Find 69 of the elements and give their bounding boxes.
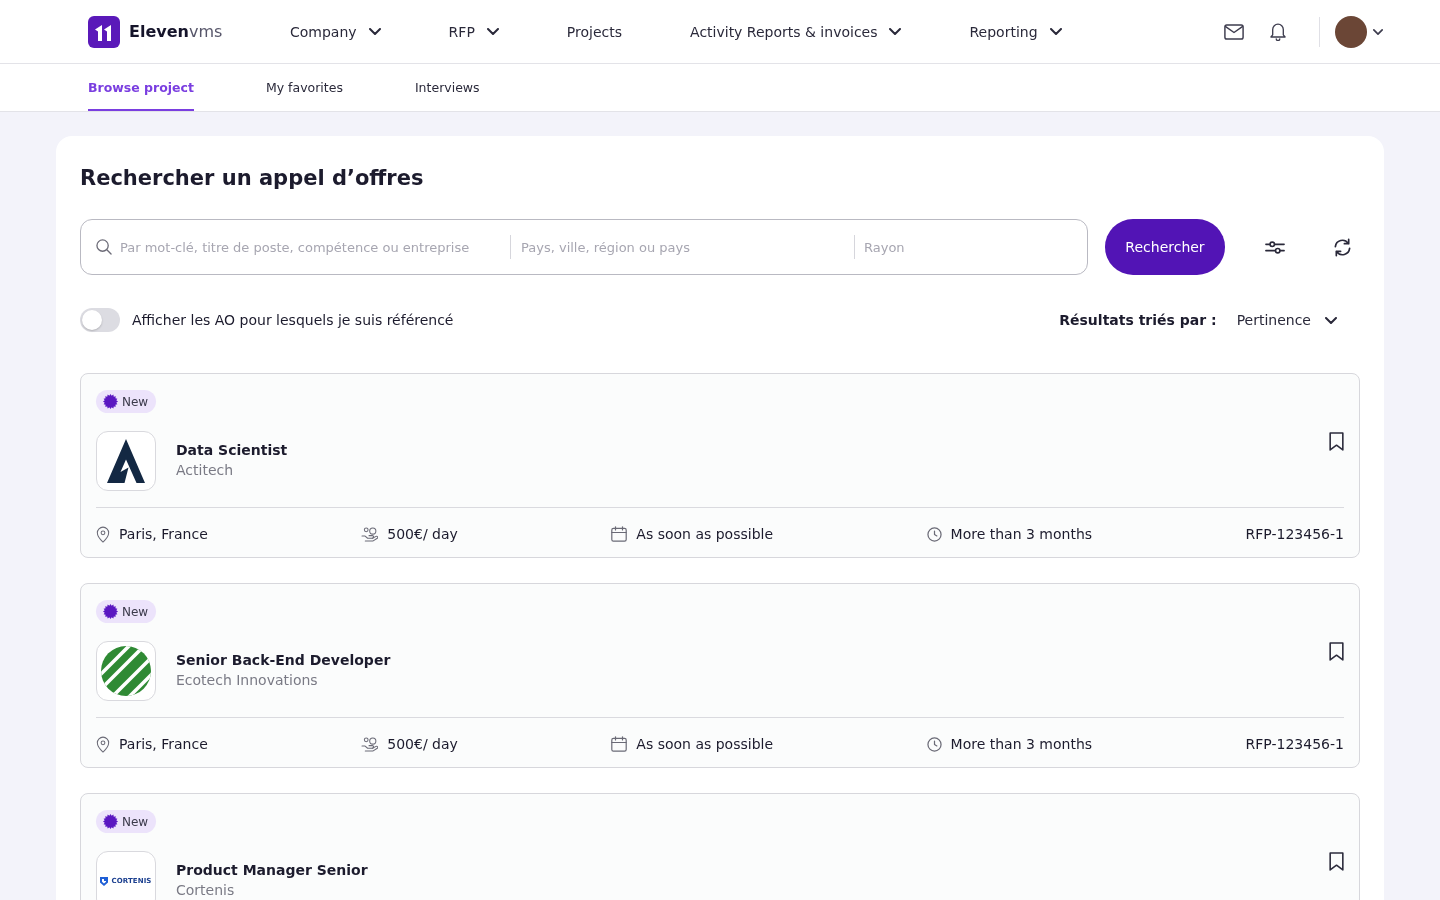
project-title: Senior Back-End Developer <box>176 651 391 670</box>
location-text: Paris, France <box>119 525 208 544</box>
start-date-text: As soon as possible <box>636 735 774 754</box>
refresh-icon[interactable] <box>1333 237 1352 257</box>
hand-coins-icon <box>361 736 379 752</box>
search-button[interactable]: Rechercher <box>1105 219 1225 275</box>
tab[interactable]: Interviews <box>414 64 480 111</box>
nav-menu-item[interactable]: RFP <box>448 17 499 46</box>
app-logo-icon <box>88 15 120 48</box>
bookmark-icon[interactable] <box>1329 432 1344 451</box>
chevron-down-icon <box>1049 28 1062 35</box>
reference-text: RFP-123456-1 <box>1245 735 1344 754</box>
calendar-icon <box>611 526 628 542</box>
tab[interactable]: My favorites <box>265 64 343 111</box>
location-pin-icon <box>96 525 110 543</box>
clock-icon <box>926 736 942 752</box>
keyword-field[interactable]: Par mot-clé, titre de poste, compétence ou entreprise <box>120 235 502 259</box>
bookmark-icon[interactable] <box>1329 852 1344 871</box>
calendar-icon <box>611 736 628 752</box>
sort-label: Résultats triés par : <box>1059 312 1217 328</box>
location-text: Paris, France <box>119 735 208 754</box>
mail-icon[interactable] <box>1224 23 1244 40</box>
peak-logo-icon <box>96 431 156 491</box>
start-date-text: As soon as possible <box>636 525 774 544</box>
hand-coins-icon <box>361 526 379 542</box>
project-title: Data Scientist <box>176 441 288 460</box>
tag-label: New <box>122 814 149 829</box>
nav-menu-item[interactable]: Activity Reports & invoices <box>690 17 902 46</box>
sort-dropdown[interactable]: Pertinence <box>1236 308 1337 332</box>
nav-menu-item[interactable]: Company <box>290 17 381 46</box>
company-name: Cortenis <box>176 881 236 900</box>
location-field[interactable]: Pays, ville, région ou pays <box>521 235 846 259</box>
starburst-icon <box>103 394 118 409</box>
project-card[interactable]: New Senior Back-End Developer Ecotech Innovations Paris, France 500€/ day As soon as possible More than 3 months RFP-123456-1 <box>80 583 1360 768</box>
toggle-switch[interactable] <box>80 308 120 332</box>
chevron-down-icon <box>368 28 381 35</box>
toggle-label: Afficher les AO pour lesquels je suis référencé <box>132 312 454 328</box>
search-icon <box>96 239 112 255</box>
page-title: Rechercher un appel d’offres <box>80 165 425 192</box>
chevron-down-icon <box>1325 316 1337 324</box>
tag-label: New <box>122 604 149 619</box>
notifications-bell-icon[interactable] <box>1270 22 1286 41</box>
tag-label: New <box>122 394 149 409</box>
nav-menu-item[interactable]: Projects <box>566 17 623 46</box>
rate-text: 500€/ day <box>387 525 458 544</box>
starburst-icon <box>103 604 118 619</box>
chevron-down-icon <box>486 28 499 35</box>
clock-icon <box>926 526 942 542</box>
chevron-down-icon <box>889 28 902 35</box>
duration-text: More than 3 months <box>950 525 1093 544</box>
duration-text: More than 3 months <box>950 735 1093 754</box>
striped-circle-logo-icon <box>96 641 156 701</box>
bookmark-icon[interactable] <box>1329 642 1344 661</box>
company-name: Actitech <box>176 461 235 480</box>
filters-icon[interactable] <box>1265 240 1285 254</box>
company-name: Ecotech Innovations <box>176 671 319 690</box>
location-pin-icon <box>96 735 110 753</box>
rate-text: 500€/ day <box>387 735 458 754</box>
shield-logo-icon <box>100 876 109 886</box>
starburst-icon <box>103 814 118 829</box>
project-title: Product Manager Senior <box>176 861 368 880</box>
project-card[interactable]: New Data Scientist Actitech Paris, France 500€/ day As soon as possible More than 3 months RFP-123456-1 <box>80 373 1360 558</box>
nav-menu-item[interactable]: Reporting <box>969 17 1062 46</box>
user-avatar[interactable] <box>1335 15 1367 48</box>
radius-field[interactable]: Rayon <box>864 235 1077 259</box>
reference-text: RFP-123456-1 <box>1245 525 1344 544</box>
chevron-down-icon[interactable] <box>1373 28 1383 35</box>
tab[interactable]: Browse project <box>88 64 194 111</box>
brand-name: Elevenvms <box>129 22 223 41</box>
